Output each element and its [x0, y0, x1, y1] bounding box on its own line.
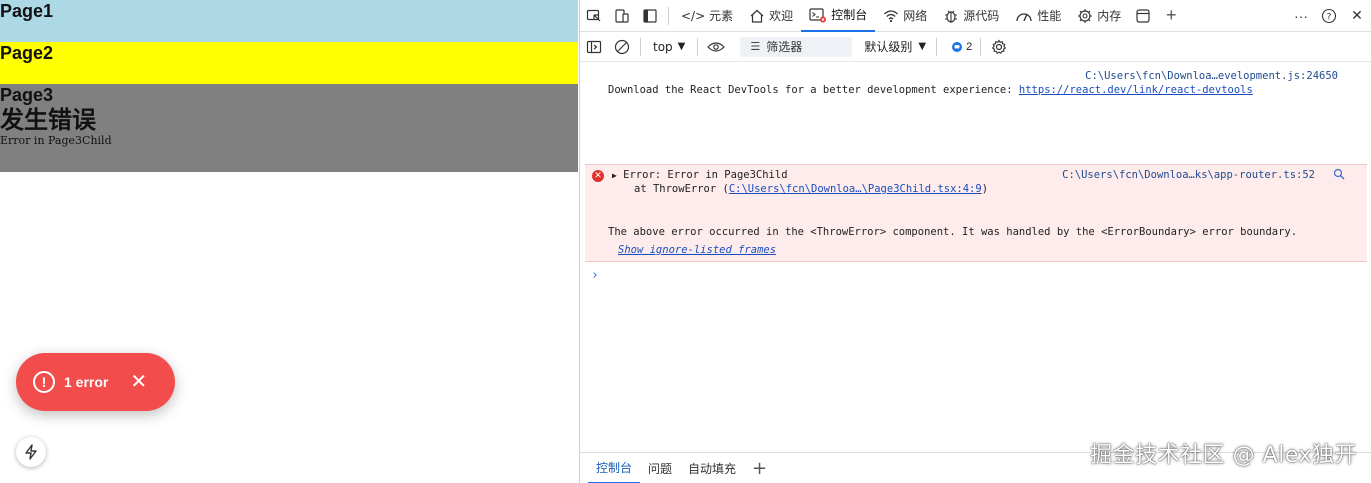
tab-memory[interactable]: 内存 [1069, 0, 1129, 32]
drawer-tab-label: 控制台 [596, 460, 633, 475]
close-devtools-icon[interactable]: ✕ [1343, 0, 1371, 32]
tab-welcome[interactable]: 欢迎 [741, 0, 801, 32]
devtools-panel: </> 元素 欢迎 控制台 网络 源代码 性能 内存 + ··· ? ✕ top… [579, 0, 1371, 483]
divider [936, 37, 938, 56]
close-icon[interactable]: ✕ [130, 372, 147, 392]
devtools-tabbar: </> 元素 欢迎 控制台 网络 源代码 性能 内存 + ··· ? ✕ [580, 0, 1371, 32]
help-icon[interactable]: ? [1315, 0, 1343, 32]
error-boundary-note: The above error occurred in the <ThrowEr… [608, 226, 1298, 238]
dock-side-icon[interactable] [636, 0, 664, 32]
screen: Page1 Page2 Page3 发生错误 Error in Page3Chi… [0, 0, 1371, 483]
filter-icon: ☰ [750, 40, 761, 53]
drawer-add-plus-icon[interactable]: + [744, 453, 775, 483]
page2-heading: Page2 [0, 43, 54, 63]
drawer-tab-console[interactable]: 控制台 [588, 453, 641, 483]
tab-console[interactable]: 控制台 [801, 0, 876, 32]
code-icon: </> [681, 8, 706, 23]
context-select[interactable]: top ▼ [645, 40, 693, 54]
tab-label: 元素 [709, 9, 734, 23]
wifi-icon [884, 9, 899, 22]
inspect-element-icon[interactable] [580, 0, 608, 32]
gauge-icon [1016, 12, 1032, 21]
console-toolbar: top ▼ ☰ 筛选器 默认级别 ▼ 2 [580, 32, 1371, 62]
error-summary[interactable]: ▶ Error: Error in Page3Child [612, 169, 788, 181]
alert-circle-icon: ! [33, 371, 55, 393]
live-expression-eye-icon[interactable] [702, 31, 730, 63]
error-message: Error in Page3Child [0, 134, 112, 147]
page3-block: Page3 发生错误 Error in Page3Child [0, 84, 578, 172]
tab-performance[interactable]: 性能 [1007, 0, 1069, 32]
page3-heading: Page3 [0, 85, 54, 105]
log-level-select[interactable]: 默认级别 ▼ [864, 38, 926, 55]
application-panel-icon[interactable] [1129, 0, 1157, 32]
nextjs-dev-indicator[interactable] [16, 437, 46, 467]
log-level-value: 默认级别 [864, 40, 913, 54]
tab-label: 网络 [903, 9, 928, 23]
console-message-info: C:\Users\fcn\Downloa…evelopment.js:24650… [580, 68, 1371, 104]
stack-prefix: at ThrowError ( [634, 183, 729, 195]
page1-block: Page1 [0, 0, 578, 42]
message-text: Download the React DevTools for a better… [608, 84, 1253, 96]
divider [640, 37, 641, 56]
message-bubble-icon [952, 41, 963, 52]
divider [697, 37, 699, 56]
drawer-tab-autofill[interactable]: 自动填充 [680, 453, 744, 483]
tab-sources[interactable]: 源代码 [935, 0, 1007, 32]
tab-label: 控制台 [831, 8, 868, 22]
drawer-tab-issues[interactable]: 问题 [640, 453, 680, 483]
error-source-link[interactable]: C:\Users\fcn\Downloa…ks\app-router.ts:52 [1062, 169, 1315, 181]
device-emulation-icon[interactable] [608, 0, 636, 32]
context-value: top [653, 39, 673, 54]
issues-counter[interactable]: 2 [951, 41, 972, 53]
tab-label: 源代码 [963, 9, 1000, 23]
filter-placeholder: 筛选器 [766, 40, 803, 54]
devtools-url-link[interactable]: https://react.dev/link/react-devtools [1019, 84, 1253, 96]
source-link[interactable]: C:\Users\fcn\Downloa…evelopment.js:24650 [1085, 70, 1338, 82]
chip-icon [1078, 8, 1093, 23]
clear-console-icon[interactable] [608, 31, 636, 63]
message-body: Download the React DevTools for a better… [608, 84, 1019, 96]
console-message-error: ✕ ▶ Error: Error in Page3Child at ThrowE… [585, 164, 1367, 262]
drawer-tab-label: 自动填充 [688, 461, 737, 476]
tab-label: 性能 [1037, 9, 1062, 23]
error-icon: ✕ [592, 170, 604, 182]
error-title: 发生错误 [0, 106, 96, 134]
show-ignore-listed-link[interactable]: Show ignore-listed frames [618, 244, 776, 256]
lightning-icon [25, 444, 37, 460]
page1-heading: Page1 [0, 1, 54, 21]
console-icon [809, 7, 827, 22]
watermark: 掘金技术社区 @ Alex独开 [1090, 443, 1357, 468]
settings-gear-icon[interactable] [985, 31, 1013, 63]
more-options-icon[interactable]: ··· [1287, 0, 1315, 32]
error-toast[interactable]: ! 1 error ✕ [16, 353, 175, 411]
bug-icon [945, 10, 958, 23]
filter-input[interactable]: ☰ 筛选器 [740, 36, 853, 57]
tab-elements[interactable]: </> 元素 [673, 0, 741, 32]
home-icon [750, 9, 764, 23]
sidebar-toggle-icon[interactable] [580, 31, 608, 63]
divider [980, 37, 982, 56]
svg-text:?: ? [1327, 12, 1332, 22]
stack-frame-link[interactable]: C:\Users\fcn\Downloa…\Page3Child.tsx:4:9 [729, 183, 982, 195]
stack-frame: at ThrowError (C:\Users\fcn\Downloa…\Pag… [634, 183, 988, 195]
expand-triangle-icon[interactable]: ▶ [612, 171, 617, 180]
more-tools-plus-icon[interactable]: + [1157, 0, 1185, 32]
dropdown-arrow-icon: ▼ [918, 41, 927, 52]
page-viewport: Page1 Page2 Page3 发生错误 Error in Page3Chi… [0, 0, 578, 483]
error-count-label: 1 error [64, 374, 109, 390]
stack-suffix: ) [981, 183, 989, 195]
divider [668, 6, 669, 25]
error-text: Error: Error in Page3Child [623, 169, 788, 181]
tab-label: 内存 [1097, 9, 1122, 23]
search-icon[interactable] [1333, 168, 1345, 183]
drawer-tab-label: 问题 [648, 461, 673, 476]
console-prompt-chevron-icon[interactable]: › [591, 268, 599, 283]
issues-count: 2 [966, 40, 973, 53]
dropdown-arrow-icon: ▼ [677, 41, 686, 52]
tab-network[interactable]: 网络 [875, 0, 935, 32]
page2-block: Page2 [0, 42, 578, 84]
tab-label: 欢迎 [769, 9, 794, 23]
